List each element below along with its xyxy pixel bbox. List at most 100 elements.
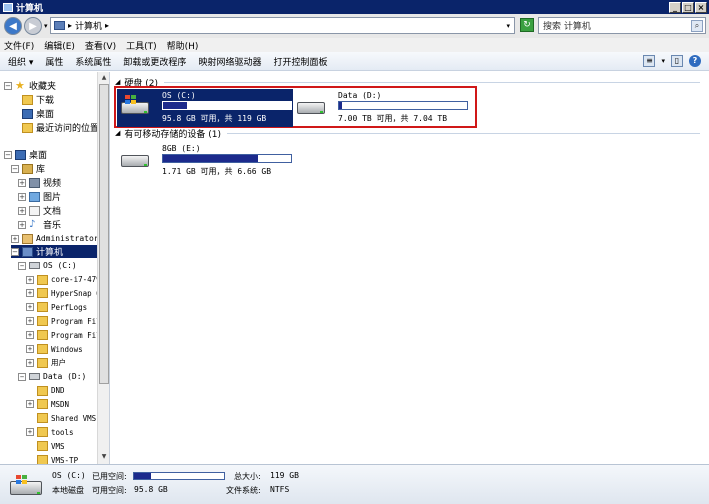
nav-folder-item[interactable]: + 用户 [26, 356, 66, 369]
nav-label: Shared VMS [51, 413, 97, 423]
collapse-icon[interactable]: − [18, 261, 26, 270]
nav-recent-places[interactable]: 最近访问的位置 [22, 121, 99, 134]
expand-icon[interactable]: + [26, 303, 34, 312]
folder-icon [37, 274, 48, 285]
nav-folder-item[interactable]: DND [26, 384, 65, 397]
expand-icon[interactable]: + [26, 317, 34, 326]
nav-pictures[interactable]: + 图片 [18, 190, 61, 203]
collapse-icon[interactable]: − [4, 150, 12, 159]
scroll-down-icon[interactable]: ▼ [99, 452, 109, 462]
nav-folder-item[interactable]: + Program File [26, 329, 105, 342]
drive-item-e[interactable]: 8GB (E:) 1.71 GB 可用，共 6.66 GB [117, 142, 297, 180]
expand-icon[interactable]: + [26, 289, 34, 298]
nav-favorites[interactable]: − ★ 收藏夹 [4, 79, 56, 92]
nav-folder-item[interactable]: + MSDN [26, 398, 69, 411]
search-input[interactable]: 搜索 计算机 ⌕ [538, 17, 706, 34]
collapse-icon[interactable]: − [18, 372, 26, 381]
expand-icon[interactable]: + [26, 358, 34, 367]
nav-administrator[interactable]: + Administrator [11, 232, 99, 245]
address-dropdown-icon[interactable]: ▾ [506, 22, 510, 30]
menu-help[interactable]: 帮助(H) [167, 39, 199, 52]
details-used-label: 已用空间: [92, 472, 127, 481]
nav-label: 桌面 [29, 151, 48, 161]
removable-disk-icon [121, 152, 151, 168]
forward-button[interactable]: ▶ [24, 17, 42, 35]
nav-videos[interactable]: + 视频 [18, 176, 61, 189]
drive-name: Data (D:) [338, 91, 382, 100]
nav-music[interactable]: + ♪ 音乐 [18, 218, 61, 231]
tree-spacer [26, 456, 34, 464]
expand-icon[interactable]: + [26, 275, 34, 284]
computer-icon [54, 21, 65, 30]
drive-item-c[interactable]: OS (C:) 95.8 GB 可用，共 119 GB [117, 89, 293, 127]
drive-icon [29, 373, 40, 380]
expand-icon[interactable]: + [18, 220, 26, 229]
view-dropdown-icon[interactable]: ▾ [661, 57, 665, 65]
properties-button[interactable]: 属性 [45, 55, 63, 68]
nav-folder-item[interactable]: Shared VMS [26, 412, 96, 425]
nav-drive-d[interactable]: − Data (D:) [18, 370, 86, 383]
nav-folder-item[interactable]: + PerfLogs [26, 301, 87, 314]
menu-tools[interactable]: 工具(T) [126, 39, 157, 52]
scroll-up-icon[interactable]: ▲ [99, 73, 109, 83]
drive-item-d[interactable]: Data (D:) 7.00 TB 可用，共 7.04 TB [293, 89, 473, 127]
nav-downloads[interactable]: 下载 [22, 93, 54, 106]
folder-icon [37, 357, 48, 368]
nav-computer[interactable]: − 计算机 [11, 245, 97, 258]
group-collapse-icon[interactable]: ◢ [115, 129, 120, 137]
group-collapse-icon[interactable]: ◢ [115, 78, 120, 86]
nav-drive-c[interactable]: − OS (C:) [18, 259, 77, 272]
nav-folder-item[interactable]: + Windows [26, 343, 83, 356]
map-network-drive-button[interactable]: 映射网络驱动器 [198, 55, 261, 68]
history-dropdown-icon[interactable]: ▾ [44, 22, 48, 30]
expand-icon[interactable]: + [26, 428, 34, 437]
address-row: ◀ ▶ ▾ ▸ 计算机 ▸ ▾ ↻ 搜索 计算机 ⌕ [0, 14, 709, 38]
nav-folder-item[interactable]: + tools [26, 426, 74, 439]
organize-button[interactable]: 组织 ▾ [8, 55, 33, 68]
nav-scrollbar[interactable]: ▲ ▼ [97, 72, 109, 464]
expand-icon[interactable]: + [18, 192, 26, 201]
nav-label: 图片 [43, 193, 62, 203]
refresh-icon[interactable]: ↻ [520, 18, 534, 32]
expand-icon[interactable]: + [26, 400, 34, 409]
help-icon[interactable]: ? [689, 55, 701, 67]
collapse-icon[interactable]: − [4, 81, 12, 90]
group-header-removable[interactable]: ◢ 有可移动存储的设备 (1) [115, 127, 700, 140]
expand-icon[interactable]: + [18, 178, 26, 187]
view-options-icon[interactable]: ≡ [643, 55, 656, 67]
system-properties-button[interactable]: 系统属性 [75, 55, 111, 68]
menu-file[interactable]: 文件(F) [4, 39, 34, 52]
nav-folder-item[interactable]: + core-i7-4790 [26, 273, 105, 286]
expand-icon[interactable]: + [26, 345, 34, 353]
nav-documents[interactable]: + 文档 [18, 204, 61, 217]
breadcrumb-separator-icon[interactable]: ▸ [105, 21, 109, 30]
expand-icon[interactable]: + [11, 234, 19, 243]
usage-fill [339, 102, 342, 109]
maximize-button[interactable]: □ [682, 1, 694, 13]
minimize-button[interactable]: _ [669, 1, 681, 13]
back-button[interactable]: ◀ [4, 17, 22, 35]
search-icon[interactable]: ⌕ [691, 19, 703, 32]
nav-folder-item[interactable]: VMS-TP [26, 454, 78, 464]
preview-pane-icon[interactable]: ▯ [671, 55, 683, 67]
address-bar[interactable]: ▸ 计算机 ▸ ▾ [50, 17, 515, 34]
breadcrumb-computer[interactable]: 计算机 [75, 19, 102, 32]
breadcrumb-separator[interactable]: ▸ [68, 21, 72, 30]
nav-folder-item[interactable]: + HyperSnap 6 [26, 287, 101, 300]
nav-library[interactable]: − 库 [11, 162, 45, 175]
open-control-panel-button[interactable]: 打开控制面板 [273, 55, 327, 68]
scrollbar-thumb[interactable] [99, 84, 109, 384]
menu-edit[interactable]: 编辑(E) [44, 39, 75, 52]
nav-folder-item[interactable]: VMS [26, 440, 65, 453]
folder-icon [37, 441, 48, 452]
nav-desktop-fav[interactable]: 桌面 [22, 107, 54, 120]
close-button[interactable]: × [695, 1, 707, 13]
collapse-icon[interactable]: − [11, 164, 19, 173]
nav-desktop[interactable]: − 桌面 [4, 148, 47, 161]
menu-view[interactable]: 查看(V) [85, 39, 116, 52]
uninstall-program-button[interactable]: 卸载或更改程序 [123, 55, 186, 68]
expand-icon[interactable]: + [18, 206, 26, 215]
expand-icon[interactable]: + [26, 331, 34, 340]
collapse-icon[interactable]: − [11, 247, 19, 256]
nav-folder-item[interactable]: + Program File [26, 315, 105, 328]
